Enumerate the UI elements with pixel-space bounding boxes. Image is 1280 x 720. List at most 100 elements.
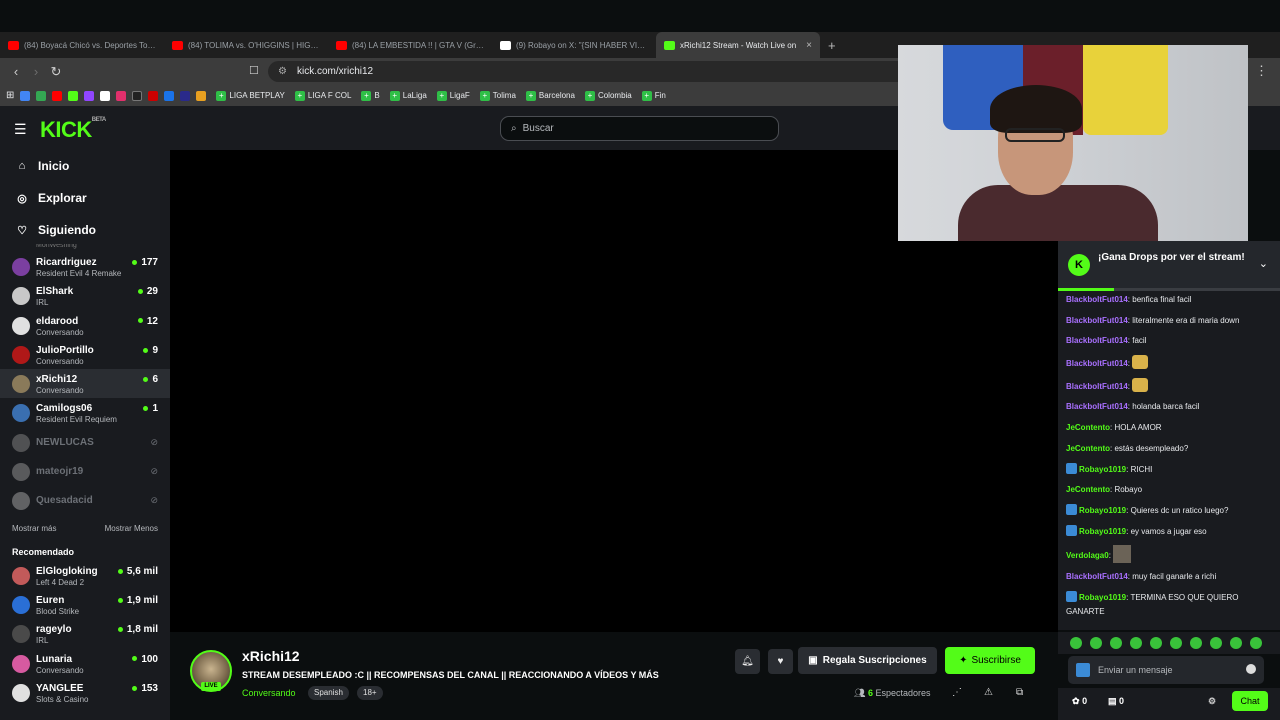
nav-item-inicio[interactable]: ⌂ Inicio [0,150,170,182]
bookmark-item[interactable]: + LigaF [436,90,470,101]
back-icon[interactable]: ‹ [6,64,26,79]
emote-icon[interactable] [1130,637,1142,649]
gift-subs-button[interactable]: ▣ Regala Suscripciones [798,647,937,674]
channel-item[interactable]: Camilogs06 Resident Evil Requiem 1 [0,398,170,427]
chat-send-button[interactable]: Chat [1232,691,1268,711]
browser-tab[interactable]: (84) Boyacá Chicó vs. Deportes Tolim [0,32,164,58]
kick-icon[interactable] [68,90,79,101]
nav-item-siguiendo[interactable]: ♡ Siguiendo [0,214,170,246]
emote-icon[interactable] [1070,637,1082,649]
bookmark-item[interactable]: + Fin [641,90,666,101]
bookmark-item[interactable]: + B [361,90,380,101]
chat-username[interactable]: BlackboltFut014 [1066,336,1128,345]
bookmark-icon[interactable] [36,90,47,101]
subscribe-button[interactable]: ✦ Suscribirse [945,647,1035,674]
x-icon[interactable] [100,90,111,101]
close-tab-icon[interactable]: × [806,40,812,51]
browser-menu-icon[interactable]: ⋮ [1255,63,1268,79]
emote-icon[interactable] [1230,637,1242,649]
kick-logo[interactable]: KICKBETA [40,117,106,143]
channel-item[interactable]: ElShark IRL 29 [0,281,170,310]
youtube-icon[interactable] [52,90,63,101]
chat-username[interactable]: BlackboltFut014 [1066,295,1128,304]
menu-icon[interactable]: ☰ [14,121,27,138]
bookmark-star-icon[interactable]: ☐ [249,64,259,77]
reload-icon[interactable]: ↻ [46,64,66,80]
tiktok-icon[interactable] [132,90,143,101]
emote-icon[interactable] [1170,637,1182,649]
bookmark-icon[interactable] [20,90,31,101]
points-b[interactable]: ▤ 0 [1108,696,1124,707]
show-more-link[interactable]: Mostrar más [12,524,56,533]
tag-language[interactable]: Spanish [308,686,349,700]
channel-item[interactable]: Lunaria Conversando 100 [0,649,170,678]
nav-item-explorar[interactable]: ◎ Explorar [0,182,170,214]
emote-icon[interactable] [1250,637,1262,649]
channel-item[interactable]: JulioPortillo Conversando 9 [0,340,170,369]
browser-tab[interactable]: xRichi12 Stream - Watch Live on × [656,32,820,58]
channel-item-offline[interactable]: Quesadacid ⊘ [0,486,170,515]
channel-item[interactable]: rageylo IRL 1,8 mil [0,619,170,648]
address-bar[interactable]: ⚙ kick.com/xrichi12 [268,61,968,82]
emote-icon[interactable] [1090,637,1102,649]
bookmark-item[interactable]: + Barcelona [525,90,575,101]
channel-item[interactable]: ElGlogloking Left 4 Dead 2 5,6 mil [0,561,170,590]
chat-username[interactable]: Verdolaga0 [1066,551,1109,560]
bookmark-item[interactable]: + LaLiga [389,90,427,101]
emote-icon[interactable] [1150,637,1162,649]
notification-bell-icon[interactable]: 🔔︎ [735,649,760,674]
apps-grid-icon[interactable]: ⊞ [6,90,14,101]
points-a[interactable]: ✿ 0 [1072,696,1087,707]
channel-item[interactable]: Ricardriguez Resident Evil 4 Remake 177 [0,252,170,281]
chat-username[interactable]: Robayo1019 [1079,527,1126,536]
bookmark-icon[interactable] [164,90,175,101]
chat-username[interactable]: JeContento [1066,444,1110,453]
site-info-icon[interactable]: ⚙ [278,66,287,77]
bookmark-item[interactable]: + LIGA F COL [294,90,351,101]
emote-icon[interactable] [1210,637,1222,649]
chat-username[interactable]: JeContento [1066,423,1110,432]
channel-item-offline[interactable]: NEWLUCAS ⊘ [0,428,170,457]
channel-item[interactable]: xRichi12 Conversando 6 [0,369,170,399]
channel-item[interactable]: Euren Blood Strike 1,9 mil [0,590,170,619]
channel-item[interactable]: YANGLEE Slots & Casino 153 [0,678,170,707]
chat-username[interactable]: BlackboltFut014 [1066,572,1128,581]
show-less-link[interactable]: Mostrar Menos [105,524,158,533]
bookmark-icon[interactable] [148,90,159,101]
channel-item[interactable]: eldarood Conversando 12 [0,311,170,340]
chat-username[interactable]: Robayo1019 [1079,506,1126,515]
streamer-name[interactable]: xRichi12 [242,648,300,664]
channel-item-offline[interactable]: mateojr19 ⊘ [0,457,170,486]
emoji-icon[interactable] [1246,664,1256,674]
chat-input[interactable]: Enviar un mensaje [1068,656,1264,684]
follow-heart-icon[interactable]: ♥ [768,649,793,674]
settings-gear-icon[interactable]: ⚙ [1208,696,1216,707]
bookmark-icon[interactable] [180,90,191,101]
chat-username[interactable]: BlackboltFut014 [1066,316,1128,325]
new-tab-icon[interactable]: + [820,38,844,53]
clip-icon[interactable]: ⧉ [1016,687,1023,698]
chat-username[interactable]: BlackboltFut014 [1066,382,1128,391]
chat-username[interactable]: BlackboltFut014 [1066,402,1128,411]
browser-tab[interactable]: (9) Robayo on X: "{SIN HABER VISTO [492,32,656,58]
chat-username[interactable]: BlackboltFut014 [1066,359,1128,368]
chevron-down-icon[interactable]: ⌄ [1259,257,1268,270]
browser-tab[interactable]: (84) LA EMBESTIDA !! | GTA V (Grand [328,32,492,58]
chat-username[interactable]: Robayo1019 [1079,593,1126,602]
forward-icon[interactable]: › [26,64,46,79]
bookmark-item[interactable]: + LIGA BETPLAY [216,90,285,101]
stream-category[interactable]: Conversando [242,688,296,698]
browser-tab[interactable]: (84) TOLIMA vs. O'HIGGINS | HIGHLI [164,32,328,58]
emote-icon[interactable] [1110,637,1122,649]
report-icon[interactable]: ⚠ [984,687,993,698]
tag-age[interactable]: 18+ [357,686,383,700]
drops-banner[interactable]: K ¡Gana Drops por ver el stream! ⌄ [1058,241,1280,291]
bookmark-item[interactable]: + Colombia [584,90,632,101]
twitch-icon[interactable] [84,90,95,101]
chat-username[interactable]: Robayo1019 [1079,465,1126,474]
search-input[interactable]: ⌕ Buscar [500,116,779,141]
share-icon[interactable]: ⋰ [952,687,962,698]
bookmark-item[interactable]: + Tolima [479,90,516,101]
chat-username[interactable]: JeContento [1066,485,1110,494]
instagram-icon[interactable] [116,90,127,101]
